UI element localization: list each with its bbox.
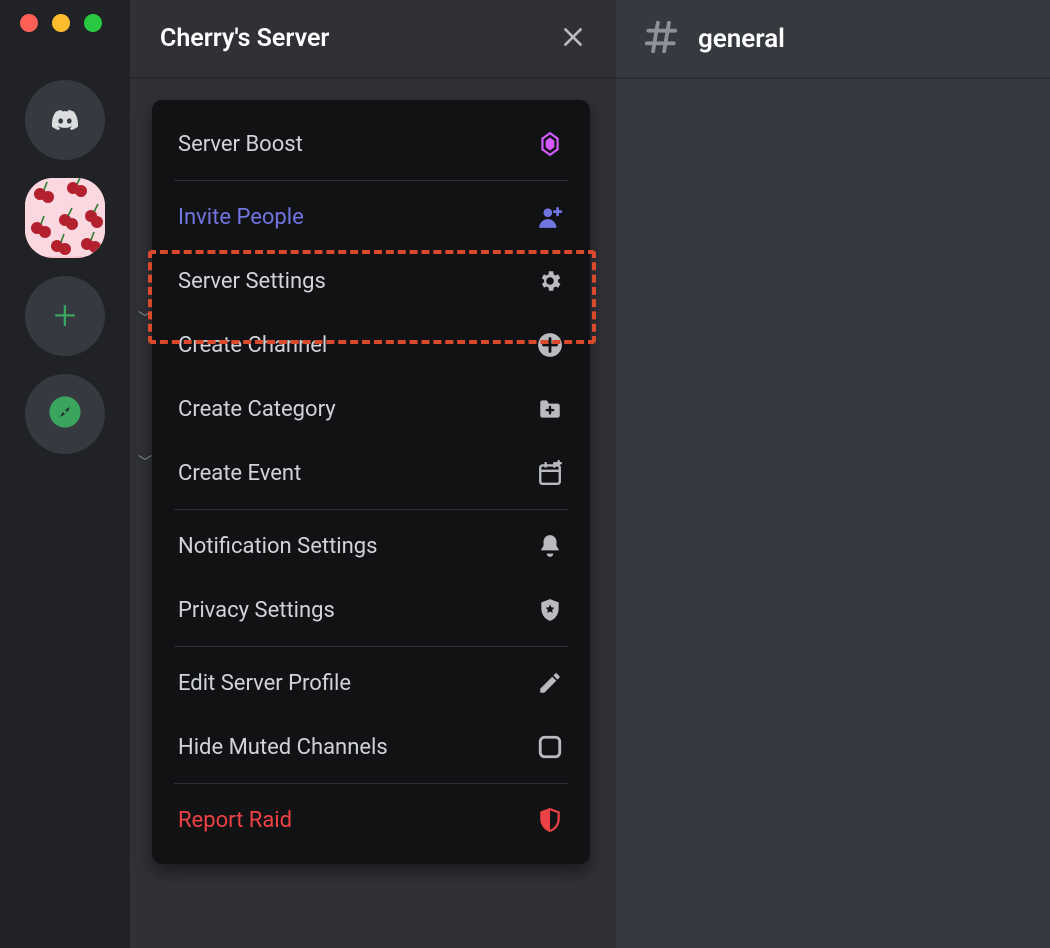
server-name-label: Cherry's Server [160,24,329,53]
server-rail: + [0,0,130,948]
server-icon-cherries[interactable] [25,178,105,258]
menu-label: Create Channel [178,333,327,358]
pencil-icon [536,669,564,697]
menu-separator [174,509,568,510]
calendar-plus-icon [536,459,564,487]
menu-create-category[interactable]: Create Category [166,377,576,441]
menu-separator [174,180,568,181]
shield-star-icon [536,596,564,624]
checkbox-empty-icon [536,733,564,761]
discord-logo-icon [51,106,79,134]
close-icon [560,35,586,54]
menu-create-channel[interactable]: Create Channel [166,313,576,377]
category-collapse-chevron-icon[interactable]: ﹀ [138,308,152,328]
folder-plus-icon [536,395,564,423]
menu-server-settings[interactable]: Server Settings [166,249,576,313]
menu-label: Create Category [178,397,336,422]
menu-report-raid[interactable]: Report Raid [166,788,576,852]
bell-icon [536,532,564,560]
menu-separator [174,783,568,784]
menu-label: Notification Settings [178,534,378,559]
compass-icon [48,395,82,433]
menu-hide-muted-channels[interactable]: Hide Muted Channels [166,715,576,779]
server-dropdown-menu: Server Boost Invite People Server Settin… [152,100,590,864]
menu-server-boost[interactable]: Server Boost [166,112,576,176]
menu-label: Create Event [178,461,301,486]
close-dropdown-button[interactable] [560,24,586,54]
menu-notification-settings[interactable]: Notification Settings [166,514,576,578]
menu-privacy-settings[interactable]: Privacy Settings [166,578,576,642]
menu-label: Server Boost [178,132,303,157]
menu-label: Report Raid [178,808,292,833]
shield-alert-icon [536,806,564,834]
hash-icon [642,18,680,60]
plus-circle-icon [536,331,564,359]
channel-sidebar: Cherry's Server ﹀ ﹀ Server Boost Invite … [130,0,616,948]
add-server-button[interactable]: + [25,276,105,356]
explore-servers-button[interactable] [25,374,105,454]
cherries-image-icon [25,178,105,258]
menu-separator [174,646,568,647]
channel-name-label: general [698,24,785,54]
window-minimize-dot[interactable] [52,14,70,32]
boost-gem-icon [536,130,564,158]
server-header[interactable]: Cherry's Server [130,0,616,78]
chat-header: general [616,0,1050,78]
category-collapse-chevron-icon[interactable]: ﹀ [138,452,152,472]
person-plus-icon [536,203,564,231]
menu-edit-server-profile[interactable]: Edit Server Profile [166,651,576,715]
menu-create-event[interactable]: Create Event [166,441,576,505]
menu-label: Privacy Settings [178,598,335,623]
menu-label: Edit Server Profile [178,671,351,696]
menu-label: Hide Muted Channels [178,735,388,760]
window-close-dot[interactable] [20,14,38,32]
window-traffic-lights [20,14,102,32]
menu-label: Server Settings [178,269,326,294]
home-button[interactable] [25,80,105,160]
window-zoom-dot[interactable] [84,14,102,32]
gear-icon [536,267,564,295]
menu-label: Invite People [178,205,304,230]
menu-invite-people[interactable]: Invite People [166,185,576,249]
chat-area: general [616,0,1050,948]
